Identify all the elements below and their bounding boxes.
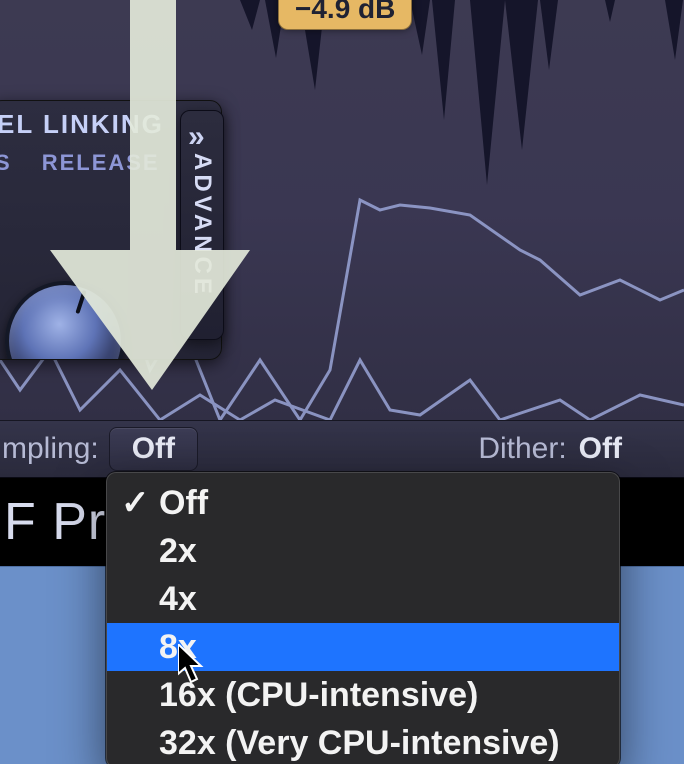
dropdown-item-label: 8x (159, 628, 197, 667)
dropdown-item-label: 32x (Very CPU-intensive) (159, 724, 560, 763)
dropdown-item-label: 4x (159, 580, 197, 619)
plugin-window: −4.9 dB EL LINKING S RELEASE 0% ADVANCE … (0, 0, 684, 764)
dropdown-item-off[interactable]: ✓ Off (107, 479, 619, 527)
oversampling-dropdown-button[interactable]: Off (109, 427, 198, 471)
chevron-right-icon[interactable]: » (188, 120, 199, 154)
advanced-tab-label: ADVANCE (188, 153, 216, 298)
dropdown-item-8x[interactable]: 8x (107, 623, 619, 671)
dropdown-item-16x[interactable]: 16x (CPU-intensive) (107, 671, 619, 719)
dropdown-item-4x[interactable]: 4x (107, 575, 619, 623)
dropdown-item-32x[interactable]: 32x (Very CPU-intensive) (107, 719, 619, 764)
bottom-control-bar: mpling: Off Dither: Off (0, 420, 684, 478)
linking-knob[interactable] (5, 281, 125, 360)
oversampling-dropdown-menu[interactable]: ✓ Off 2x 4x 8x 16x (CPU-intensive) 32x (… (106, 472, 620, 764)
oversampling-label: mpling: (2, 432, 99, 466)
advanced-tab[interactable]: ADVANCE (180, 110, 224, 340)
dither-dropdown-button[interactable]: Off (579, 432, 622, 466)
gain-reduction-badge: −4.9 dB (278, 0, 412, 30)
linking-sub-release: RELEASE (42, 150, 160, 176)
dropdown-item-2x[interactable]: 2x (107, 527, 619, 575)
dropdown-item-label: 2x (159, 532, 197, 571)
dropdown-item-label: Off (159, 484, 208, 523)
dropdown-item-label: 16x (CPU-intensive) (159, 676, 478, 715)
linking-sub-left: S (0, 150, 12, 176)
checkmark-icon: ✓ (121, 483, 150, 523)
dither-label: Dither: (478, 432, 566, 466)
